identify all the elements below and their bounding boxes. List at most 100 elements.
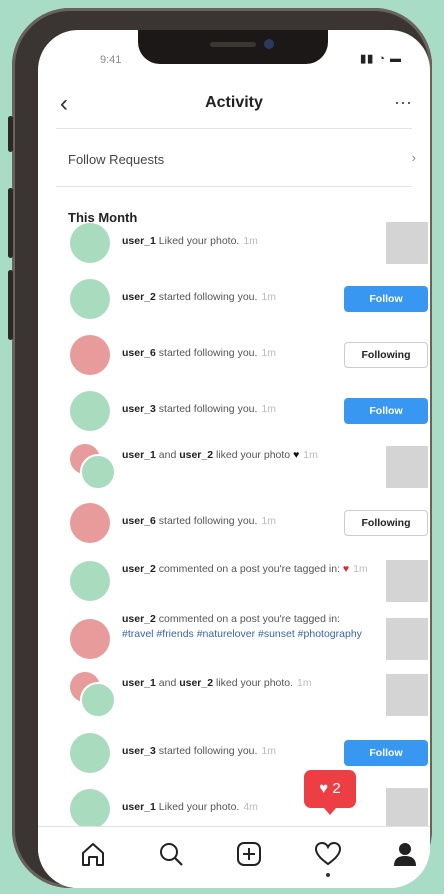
timestamp: 1m [261,403,277,415]
heart-icon[interactable] [313,839,343,869]
username[interactable]: user_2 [122,291,156,303]
username[interactable]: user_2 [179,677,213,689]
tab-bar [38,826,430,888]
status-icons: ▮▮ ◔ ▬ [360,53,402,65]
active-tab-indicator [326,873,330,877]
notification-row[interactable]: user_1 and user_2 liked your photo ♥ 1m [38,444,430,494]
post-thumbnail[interactable] [386,560,428,602]
follow-button[interactable]: Follow [344,286,428,312]
username[interactable]: user_1 [122,677,156,689]
notification-text: user_1 Liked your photo. 1m [122,234,372,249]
timestamp: 1m [297,677,312,689]
avatar[interactable] [80,454,116,490]
text-fragment: and [155,449,180,461]
notification-badge: ♥ 2 [304,770,356,815]
text-fragment: commented on a post you're tagged in: [155,563,340,575]
profile-icon[interactable] [390,839,420,869]
timestamp: 1m [261,515,277,527]
text-fragment: liked your photo [213,449,291,461]
notification-row[interactable]: user_2 commented on a post you're tagged… [38,558,430,608]
username[interactable]: user_1 [122,801,156,813]
notification-text: user_1 and user_2 liked your photo ♥ 1m [122,448,372,463]
notification-text: user_1 and user_2 liked your photo. 1m [122,676,372,691]
divider [56,128,412,129]
page-title: Activity [205,94,263,111]
notification-row[interactable]: user_2 started following you. 1m Follow [38,276,430,326]
heart-icon: ♥ [319,780,329,797]
avatar[interactable] [80,682,116,718]
header: ‹ Activity ··· [38,82,430,126]
post-thumbnail[interactable] [386,674,428,716]
notification-row[interactable]: user_3 started following you. 1m Follow [38,730,430,780]
timestamp: 1m [261,745,277,757]
timestamp: 1m [353,563,368,575]
avatar[interactable] [70,619,110,659]
text-fragment: started following you. [155,745,258,757]
notification-text: user_2 started following you. 1m [122,290,318,305]
username[interactable]: user_3 [122,403,156,415]
camera-icon [264,39,274,49]
text-fragment: and [155,677,180,689]
home-icon[interactable] [78,839,108,869]
username[interactable]: user_2 [122,613,156,625]
notification-text: user_3 started following you. 1m [122,744,318,759]
phone-frame: 9:41 ▮▮ ◔ ▬ ‹ Activity ··· Follow Reques… [8,8,432,888]
avatar[interactable] [70,561,110,601]
notification-text: user_6 started following you. 1m [122,514,318,529]
text-fragment: started following you. [155,403,258,415]
timestamp: 1m [261,291,277,303]
follow-requests-label[interactable]: Follow Requests [68,152,164,167]
timestamp: 1m [303,449,318,461]
text-fragment: started following you. [155,347,258,359]
notification-row[interactable]: user_2 commented on a post you're tagged… [38,613,430,666]
more-icon[interactable]: ··· [394,92,412,113]
username[interactable]: user_2 [122,563,156,575]
avatar[interactable] [70,391,110,431]
chevron-right-icon[interactable]: › [412,150,416,165]
search-icon[interactable] [156,839,186,869]
avatar[interactable] [70,789,110,829]
timestamp: 1m [261,347,277,359]
avatar[interactable] [70,503,110,543]
notification-row[interactable]: user_6 started following you. 1m Following [38,500,430,550]
avatar[interactable] [70,279,110,319]
following-button[interactable]: Following [344,510,428,536]
following-button[interactable]: Following [344,342,428,368]
heart-icon: ♥ [342,563,350,575]
follow-button[interactable]: Follow [344,398,428,424]
text-fragment: started following you. [155,515,258,527]
divider [56,186,412,187]
notification-count: 2 [332,780,341,797]
notification-row[interactable]: user_1 and user_2 liked your photo. 1m [38,672,430,722]
avatar[interactable] [70,733,110,773]
username[interactable]: user_3 [122,745,156,757]
text-fragment: commented on a post you're tagged in: [155,613,340,625]
status-time: 9:41 [100,54,122,66]
notification-row[interactable]: user_3 started following you. 1m Follow [38,388,430,438]
mute-switch [8,116,13,152]
notification-text: user_6 started following you. 1m [122,346,318,361]
username[interactable]: user_2 [179,449,213,461]
notification-text: user_2 commented on a post you're tagged… [122,612,372,642]
text-fragment: Liked your photo. [155,801,240,813]
username[interactable]: user_6 [122,347,156,359]
post-thumbnail[interactable] [386,222,428,264]
phone-screen: 9:41 ▮▮ ◔ ▬ ‹ Activity ··· Follow Reques… [38,30,430,888]
volume-up-button [8,188,13,258]
notification-row[interactable]: user_6 started following you. 1m Following [38,332,430,382]
post-thumbnail[interactable] [386,446,428,488]
username[interactable]: user_1 [122,235,156,247]
username[interactable]: user_6 [122,515,156,527]
heart-icon: ♥ [293,449,300,461]
notification-row[interactable]: user_1 Liked your photo. 1m [38,220,430,270]
post-thumbnail[interactable] [386,788,428,830]
add-icon[interactable] [234,839,264,869]
hashtags: #travel #friends #naturelover #sunset #p… [122,628,362,640]
post-thumbnail[interactable] [386,618,428,660]
username[interactable]: user_1 [122,449,156,461]
text-fragment: started following you. [155,291,258,303]
avatar[interactable] [70,223,110,263]
follow-button[interactable]: Follow [344,740,428,766]
text-fragment: Liked your photo. [155,235,240,247]
avatar[interactable] [70,335,110,375]
